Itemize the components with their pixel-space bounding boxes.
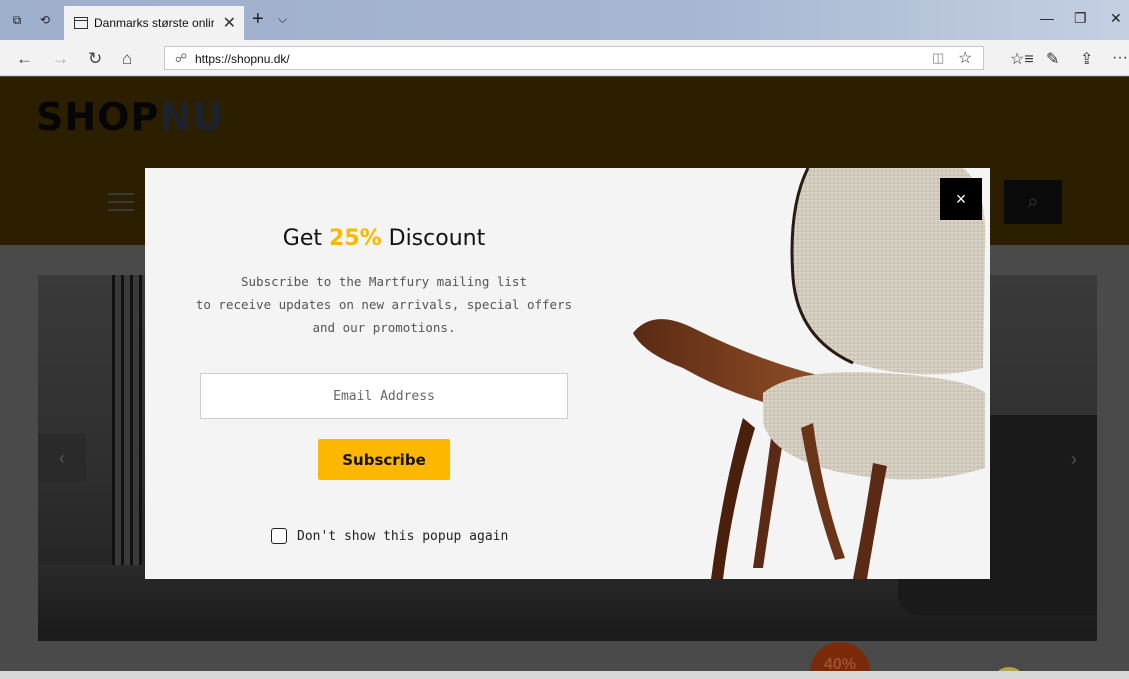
home-button[interactable]: ⌂ <box>122 49 132 69</box>
subscribe-button[interactable]: Subscribe <box>318 439 450 480</box>
logo-part-shop: SHOP <box>36 95 160 139</box>
browser-tab-bar: ⧉ ⟲ Danmarks største onlir ✕ + ⌵ — ❐ ✕ <box>0 0 1129 40</box>
page-icon <box>74 17 88 29</box>
email-field[interactable] <box>200 373 568 419</box>
popup-title-highlight: 25% <box>328 226 382 251</box>
refresh-button[interactable]: ↻ <box>88 49 102 69</box>
popup-title-post: Discount <box>381 226 486 251</box>
url-text[interactable]: https://shopnu.dk/ <box>195 52 290 66</box>
popup-description: Subscribe to the Martfury mailing list t… <box>185 270 583 339</box>
search-button[interactable]: ⌕ <box>1004 180 1062 224</box>
horizontal-scrollbar[interactable] <box>0 671 1129 679</box>
logo-part-nu: NU <box>159 95 224 139</box>
tab-history-icon[interactable]: ⟲ <box>38 13 52 27</box>
slider-next-button[interactable]: › <box>1054 439 1094 479</box>
set-tabs-aside-icon[interactable]: ⧉ <box>10 13 24 27</box>
site-logo[interactable]: SHOPNU <box>36 95 224 139</box>
popup-title-pre: Get <box>282 226 329 251</box>
chair-image <box>633 168 986 579</box>
slider-prev-button[interactable]: ‹ <box>38 434 86 482</box>
checkbox-label[interactable]: Don't show this popup again <box>297 529 508 544</box>
close-popup-button[interactable]: × <box>940 178 982 220</box>
tab-dropdown-icon[interactable]: ⌵ <box>278 12 287 27</box>
favorites-bar-icon[interactable]: ☆≡ <box>1010 49 1034 69</box>
window-minimize-button[interactable]: — <box>1040 10 1054 26</box>
new-tab-button[interactable]: + <box>252 8 264 31</box>
more-icon[interactable]: ··· <box>1112 49 1128 67</box>
pen-icon[interactable]: ✎ <box>1046 49 1059 69</box>
forward-button[interactable]: → <box>52 49 69 69</box>
lock-icon: ☍ <box>175 51 188 65</box>
newsletter-popup: Get 25% Discount Subscribe to the Martfu… <box>145 168 990 579</box>
tab-title: Danmarks største onlir <box>94 16 214 30</box>
popup-desc-line: to receive updates on new arrivals, spec… <box>195 297 573 312</box>
popup-desc-line: and our promotions. <box>312 320 456 335</box>
popup-desc-line: Subscribe to the Martfury mailing list <box>241 274 527 289</box>
popup-title: Get 25% Discount <box>145 226 623 251</box>
browser-tab-active[interactable]: Danmarks største onlir ✕ <box>64 6 244 40</box>
window-restore-button[interactable]: ❐ <box>1074 10 1087 27</box>
url-field[interactable]: ☍ https://shopnu.dk/ ◫ ☆ <box>164 46 984 70</box>
reading-view-icon[interactable]: ◫ <box>932 50 944 66</box>
menu-icon[interactable] <box>108 193 134 211</box>
page-content: SHOPNU ⌕ ‹ › 40% Get 25% Discount Subscr… <box>0 77 1129 679</box>
window-close-button[interactable]: ✕ <box>1110 10 1122 27</box>
favorite-star-icon[interactable]: ☆ <box>958 48 972 68</box>
hero-decor-stripes <box>112 275 142 595</box>
tab-close-icon[interactable]: ✕ <box>223 13 236 33</box>
back-button[interactable]: ← <box>16 49 33 69</box>
dont-show-again-checkbox[interactable]: Don't show this popup again <box>271 528 508 544</box>
share-icon[interactable]: ⇪ <box>1080 49 1093 69</box>
checkbox-box[interactable] <box>271 528 287 544</box>
browser-address-bar: ← → ↻ ⌂ ☍ https://shopnu.dk/ ◫ ☆ ☆≡ ✎ ⇪ … <box>0 40 1129 76</box>
